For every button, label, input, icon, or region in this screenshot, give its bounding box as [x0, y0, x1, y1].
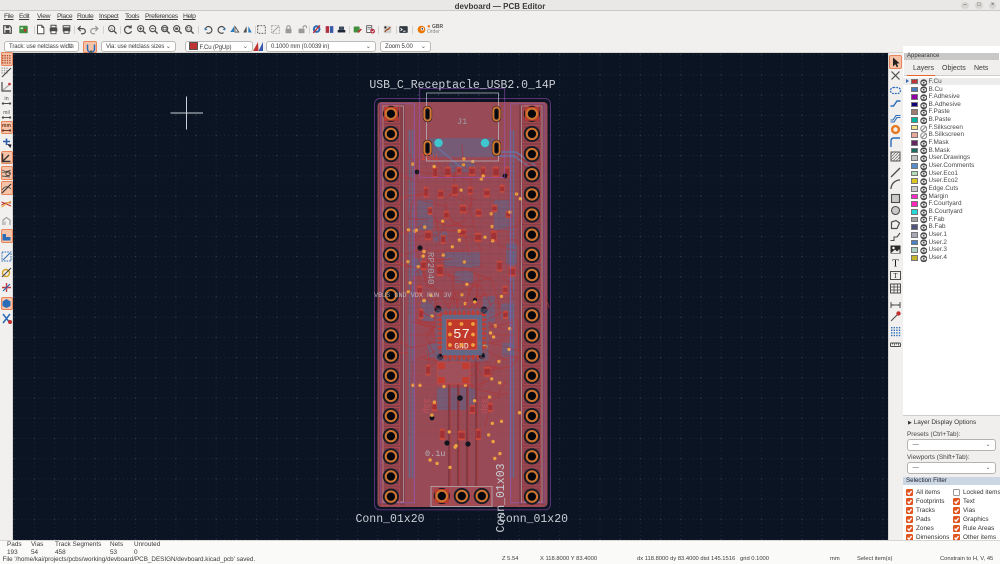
svg-text:Conn_01x20: Conn_01x20 [355, 513, 424, 526]
svg-text:USB_C_Receptacle_USB2.0_14P: USB_C_Receptacle_USB2.0_14P [369, 79, 555, 92]
svg-text:Conn_01x03: Conn_01x03 [495, 463, 508, 532]
svg-text:Conn_01x20: Conn_01x20 [499, 513, 568, 526]
svg-text:RP2040: RP2040 [425, 252, 435, 284]
svg-text:T: T [893, 272, 898, 280]
svg-text:57: 57 [453, 327, 470, 343]
svg-text:mm: mm [2, 123, 11, 129]
svg-text:33p: 33p [479, 398, 489, 413]
svg-text:in: in [4, 96, 8, 102]
svg-text:10u: 10u [420, 153, 438, 164]
svg-text:mil: mil [3, 110, 9, 116]
svg-text:VBUS GND VDX RUN 3V: VBUS GND VDX RUN 3V [374, 292, 452, 300]
svg-text:0.1u: 0.1u [425, 449, 445, 459]
svg-text:T: T [892, 257, 899, 269]
svg-text:33p: 33p [421, 398, 431, 413]
svg-text:J1: J1 [457, 117, 467, 127]
